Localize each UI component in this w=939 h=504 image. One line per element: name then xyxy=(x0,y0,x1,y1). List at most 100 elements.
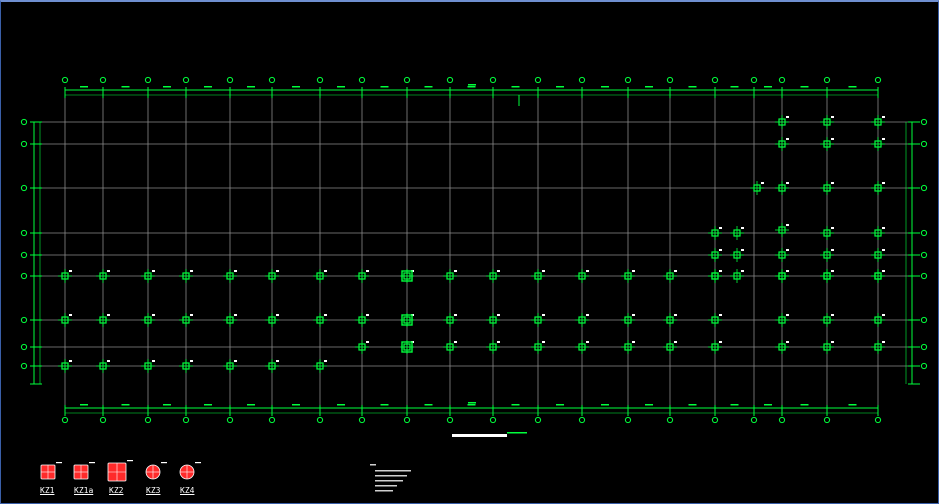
axis-bubble xyxy=(823,416,831,424)
dimension-text-mark xyxy=(556,404,564,406)
column-tag xyxy=(786,116,789,118)
column-tag xyxy=(234,360,237,362)
column-tag xyxy=(719,270,722,272)
dimension-text-mark xyxy=(121,404,130,406)
axis-bubble xyxy=(403,76,411,84)
note-line xyxy=(370,464,376,466)
column-tag xyxy=(831,270,834,272)
column-tag xyxy=(882,249,885,251)
column-tag xyxy=(761,182,764,184)
column-tag xyxy=(366,341,369,343)
column-tag xyxy=(497,341,500,343)
column-tag xyxy=(786,182,789,184)
axis-bubble xyxy=(20,229,28,237)
legend-note xyxy=(127,460,133,462)
column-tag xyxy=(719,341,722,343)
column-tag xyxy=(324,314,327,316)
dimension-text-mark xyxy=(292,86,300,88)
axis-bubble xyxy=(750,416,758,424)
column-tag xyxy=(831,341,834,343)
axis-bubble xyxy=(358,416,366,424)
column-tag xyxy=(190,270,193,272)
column-tag xyxy=(497,270,500,272)
column-tag xyxy=(454,314,457,316)
axis-bubble xyxy=(874,416,882,424)
axis-bubble xyxy=(920,140,928,148)
axis-bubble xyxy=(666,416,674,424)
column-tag xyxy=(674,341,677,343)
axis-bubble xyxy=(99,76,107,84)
dimension-text-mark xyxy=(601,404,609,406)
axis-bubble xyxy=(144,416,152,424)
dimension-text-mark xyxy=(848,404,857,406)
axis-bubble xyxy=(534,416,542,424)
column-tag xyxy=(786,249,789,251)
dimension-text-mark xyxy=(764,404,772,406)
legend-note xyxy=(161,462,167,464)
column-tag xyxy=(741,227,744,229)
column-tag xyxy=(69,314,72,316)
column-tag xyxy=(632,314,635,316)
dimension-text-mark xyxy=(80,86,88,88)
dimension-text-mark xyxy=(688,86,697,88)
column-tag xyxy=(882,270,885,272)
dimension-text-mark xyxy=(121,86,130,88)
axis-bubble xyxy=(268,76,276,84)
dimension-text-mark xyxy=(601,86,609,88)
axis-bubble xyxy=(403,416,411,424)
axis-bubble xyxy=(20,184,28,192)
legend-label-kz2: KZ2 xyxy=(109,486,124,495)
column-tag xyxy=(882,116,885,118)
column-tag xyxy=(366,314,369,316)
axis-bubble xyxy=(316,76,324,84)
axis-bubble xyxy=(316,416,324,424)
axis-bubble xyxy=(20,272,28,280)
axis-bubble xyxy=(144,76,152,84)
axis-bubble xyxy=(20,251,28,259)
column-tag xyxy=(542,270,545,272)
column-tag xyxy=(454,270,457,272)
column-tag xyxy=(741,249,744,251)
column-tag xyxy=(69,360,72,362)
axis-bubble xyxy=(920,118,928,126)
column-tag xyxy=(786,138,789,140)
axis-bubble xyxy=(711,416,719,424)
axis-bubble xyxy=(20,140,28,148)
title-bar-text xyxy=(507,432,527,434)
column-tag xyxy=(107,360,110,362)
column-tag xyxy=(190,360,193,362)
axis-bubble xyxy=(920,343,928,351)
axis-bubble xyxy=(182,416,190,424)
column-tag xyxy=(324,270,327,272)
column-tag xyxy=(276,314,279,316)
structural-plan xyxy=(20,76,928,492)
axis-bubble xyxy=(182,76,190,84)
column-tag xyxy=(152,314,155,316)
column-tag xyxy=(586,270,589,272)
column-tag xyxy=(276,270,279,272)
axis-bubble xyxy=(750,76,758,84)
dimension-text-mark xyxy=(467,404,476,406)
legend-note xyxy=(89,462,95,464)
axis-bubble xyxy=(666,76,674,84)
legend-label-kz1a: KZ1a xyxy=(74,486,94,495)
dimension-text-mark xyxy=(511,86,520,88)
column-tag xyxy=(152,270,155,272)
column-tag xyxy=(234,270,237,272)
dimension-text-mark xyxy=(556,86,564,88)
column-tag xyxy=(454,341,457,343)
title-bar xyxy=(452,434,507,437)
column-tag xyxy=(586,341,589,343)
axis-bubble xyxy=(358,76,366,84)
dimension-text-mark xyxy=(688,404,697,406)
legend-label-kz3: KZ3 xyxy=(146,486,161,495)
dimension-text-mark xyxy=(730,404,739,406)
axis-bubble xyxy=(624,416,632,424)
legend-note xyxy=(195,462,201,464)
dimension-text-mark xyxy=(511,404,520,406)
axis-bubble xyxy=(489,416,497,424)
column-tag xyxy=(882,314,885,316)
column-tag xyxy=(674,314,677,316)
dimension-total-mark xyxy=(468,402,476,404)
axis-bubble xyxy=(534,76,542,84)
